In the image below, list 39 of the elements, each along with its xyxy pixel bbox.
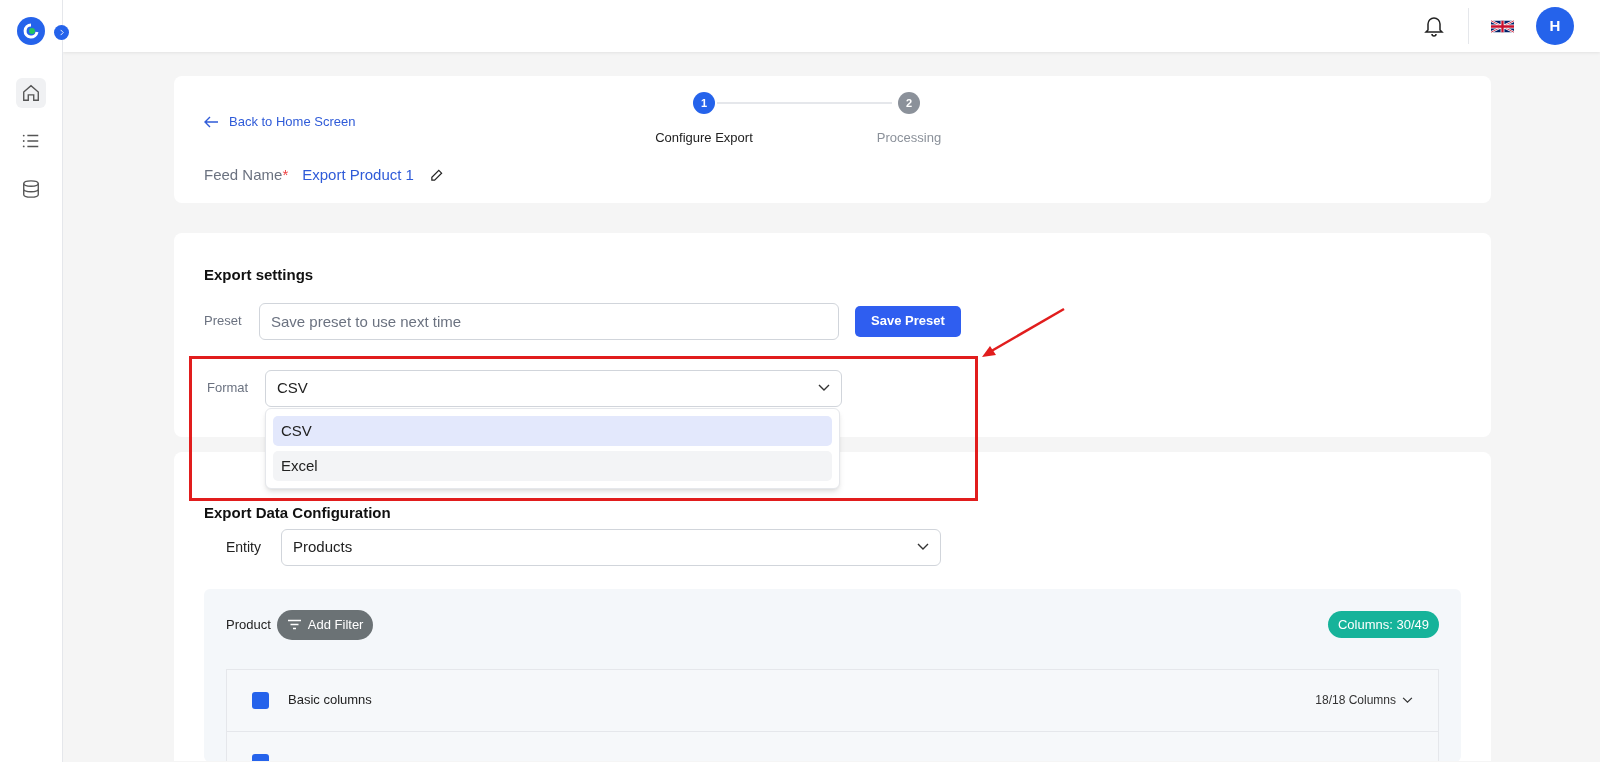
feed-name-label: Feed Name <box>204 165 283 185</box>
chevron-right-icon <box>58 29 65 36</box>
feed-name-value: Export Product 1 <box>302 165 414 185</box>
group-label: Basic columns <box>288 691 372 710</box>
format-option[interactable]: CSV <box>273 416 832 446</box>
save-preset-button[interactable]: Save Preset <box>855 305 961 337</box>
section-title: Export settings <box>204 265 315 285</box>
database-icon <box>21 179 41 199</box>
back-arrow-icon <box>204 115 219 128</box>
entity-label: Entity <box>226 537 262 557</box>
edit-pencil-icon[interactable] <box>429 168 443 182</box>
chevron-down-icon <box>818 384 830 392</box>
columns-count-badge: Columns: 30/49 <box>1327 610 1439 639</box>
step-label: Processing <box>876 129 942 147</box>
step-label: Configure Export <box>655 129 753 147</box>
chevron-down-icon <box>917 543 929 551</box>
product-label: Product <box>226 615 271 634</box>
flag-icon[interactable] <box>1491 19 1514 33</box>
home-icon <box>21 83 41 103</box>
format-option[interactable]: Excel <box>273 451 832 481</box>
sidebar-item[interactable] <box>16 78 46 108</box>
required-mark: * <box>282 165 289 185</box>
filter-icon <box>286 619 302 630</box>
add-filter-button[interactable]: Add Filter <box>276 609 374 640</box>
group-checkbox[interactable] <box>252 691 269 709</box>
chevron-down-icon <box>1402 696 1413 704</box>
notification-bell-icon[interactable] <box>1424 15 1444 37</box>
format-select[interactable]: CSV <box>265 369 842 407</box>
section-title: Export Data Configuration <box>204 503 392 523</box>
format-label: Format <box>207 379 250 398</box>
group-column-count[interactable]: 18/18 Columns <box>1315 691 1413 709</box>
step-number: 2 <box>898 92 920 114</box>
back-link[interactable]: Back to Home Screen <box>204 112 356 132</box>
step-number: 1 <box>693 92 715 114</box>
user-avatar[interactable]: H <box>1536 7 1574 45</box>
logo-icon <box>16 16 46 46</box>
entity-select[interactable]: Products <box>281 528 941 566</box>
preset-input-field[interactable]: Save preset to use next time <box>259 302 839 340</box>
preset-label: Preset <box>204 312 243 331</box>
